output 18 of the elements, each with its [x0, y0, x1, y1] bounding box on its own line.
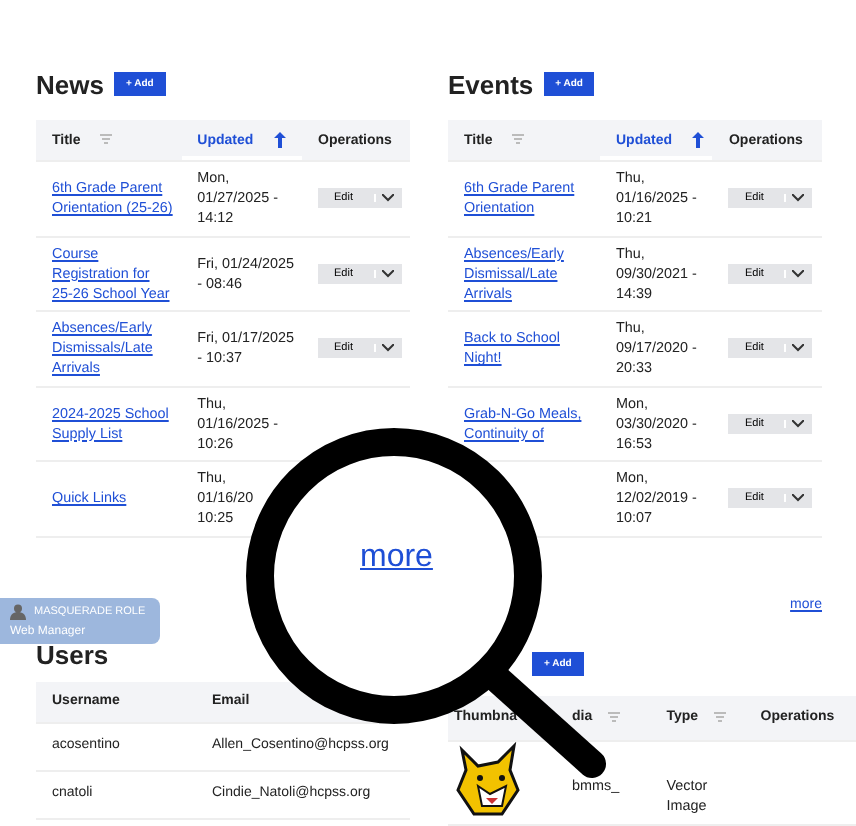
caret-icon	[784, 494, 805, 503]
caret-icon	[784, 269, 805, 278]
arrow-up-icon	[691, 132, 704, 148]
more-link[interactable]: more	[360, 540, 433, 576]
caret-icon	[374, 269, 394, 278]
person-icon	[10, 604, 26, 620]
sort-icon	[608, 711, 621, 722]
caret-icon	[784, 194, 805, 203]
sort-icon	[714, 711, 727, 722]
caret-icon	[784, 419, 805, 428]
sort-icon	[512, 134, 525, 145]
sort-icon	[100, 134, 113, 145]
section-title: News	[36, 69, 104, 99]
caret-icon	[784, 344, 805, 353]
caret-icon	[374, 344, 394, 353]
caret-icon	[374, 194, 394, 203]
section-title: Events	[448, 69, 534, 99]
arrow-up-icon	[273, 132, 286, 148]
